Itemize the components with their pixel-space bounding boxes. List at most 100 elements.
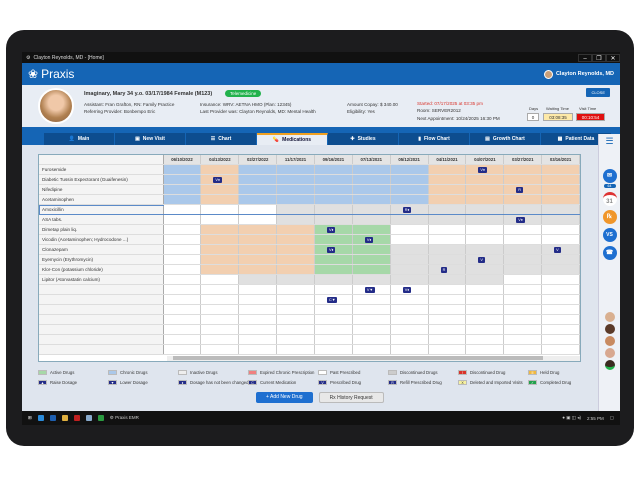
- grid-cell[interactable]: [542, 195, 580, 204]
- grid-cell[interactable]: [314, 325, 353, 334]
- grid-cell[interactable]: [352, 225, 391, 234]
- grid-cell[interactable]: [239, 205, 278, 214]
- grid-cell[interactable]: [504, 325, 543, 334]
- grid-cell[interactable]: [542, 315, 580, 324]
- grid-cell[interactable]: [466, 245, 505, 254]
- grid-cell[interactable]: V♦: [466, 165, 505, 174]
- prescription-badge[interactable]: V♦: [478, 167, 487, 173]
- grid-cell[interactable]: [314, 175, 353, 184]
- grid-cell[interactable]: [277, 275, 315, 284]
- grid-cell[interactable]: [542, 285, 580, 294]
- grid-cell[interactable]: [542, 335, 580, 344]
- grid-cell[interactable]: V▼: [352, 285, 391, 294]
- grid-cell[interactable]: [163, 275, 202, 284]
- grid-cell[interactable]: [466, 275, 505, 284]
- grid-cell[interactable]: [163, 195, 202, 204]
- horizontal-scrollbar[interactable]: [167, 356, 580, 361]
- grid-cell[interactable]: [542, 185, 580, 194]
- grid-cell[interactable]: [239, 315, 278, 324]
- grid-cell[interactable]: [277, 325, 315, 334]
- grid-cell[interactable]: [239, 215, 278, 224]
- grid-cell[interactable]: [542, 165, 580, 174]
- calendar-icon[interactable]: 31: [602, 192, 617, 206]
- grid-cell[interactable]: V♦: [504, 215, 543, 224]
- grid-cell[interactable]: [352, 185, 391, 194]
- grid-cell[interactable]: [277, 245, 315, 254]
- grid-cell[interactable]: [352, 245, 391, 254]
- notes-icon[interactable]: [85, 415, 92, 421]
- grid-cell[interactable]: [163, 165, 202, 174]
- grid-cell[interactable]: [466, 325, 505, 334]
- grid-cell[interactable]: [428, 245, 467, 254]
- drug-row[interactable]: Dimetap plain liq. V♦: [39, 225, 580, 235]
- grid-cell[interactable]: [239, 325, 278, 334]
- grid-cell[interactable]: [201, 225, 240, 234]
- prescription-badge[interactable]: R: [516, 187, 524, 193]
- grid-cell[interactable]: [277, 175, 315, 184]
- drug-row[interactable]: Eyemycin (Erythromycin) V: [39, 255, 580, 265]
- date-column-header[interactable]: 02/27/2022: [239, 155, 278, 164]
- grid-cell[interactable]: [428, 175, 467, 184]
- grid-cell[interactable]: [201, 325, 240, 334]
- chat-icon[interactable]: ☎: [602, 246, 617, 260]
- prescription-badge[interactable]: V♦: [213, 177, 222, 183]
- grid-cell[interactable]: [390, 315, 429, 324]
- contact-avatar[interactable]: [604, 312, 615, 322]
- grid-cell[interactable]: [239, 165, 278, 174]
- grid-cell[interactable]: [201, 255, 240, 264]
- grid-cell[interactable]: [277, 165, 315, 174]
- grid-cell[interactable]: [504, 175, 543, 184]
- grid-cell[interactable]: [163, 265, 202, 274]
- contact-avatar[interactable]: [604, 360, 615, 370]
- grid-cell[interactable]: [428, 215, 467, 224]
- grid-cell[interactable]: [428, 165, 467, 174]
- grid-cell[interactable]: [314, 235, 353, 244]
- grid-cell[interactable]: [390, 335, 429, 344]
- grid-cell[interactable]: [542, 225, 580, 234]
- grid-cell[interactable]: [352, 275, 391, 284]
- grid-cell[interactable]: [504, 255, 543, 264]
- tab-studies[interactable]: ✚ Studies: [328, 133, 399, 145]
- tab-main[interactable]: 👤 Main: [44, 133, 115, 145]
- prescription-badge[interactable]: V♦: [326, 227, 336, 233]
- grid-cell[interactable]: [428, 205, 467, 214]
- grid-cell[interactable]: [352, 205, 391, 214]
- grid-cell[interactable]: [163, 255, 202, 264]
- grid-cell[interactable]: [466, 215, 505, 224]
- grid-cell[interactable]: [428, 225, 467, 234]
- grid-cell[interactable]: [504, 265, 543, 274]
- grid-cell[interactable]: [201, 335, 240, 344]
- grid-cell[interactable]: [542, 235, 580, 244]
- grid-cell[interactable]: R: [504, 185, 543, 194]
- praxis-taskbar-item[interactable]: ⚙ Praxis EMR: [110, 415, 139, 421]
- grid-cell[interactable]: [163, 245, 202, 254]
- grid-cell[interactable]: [163, 215, 202, 224]
- date-column-header[interactable]: 06/10/2022: [163, 155, 202, 164]
- grid-cell[interactable]: [466, 185, 505, 194]
- outlook-icon[interactable]: [49, 415, 56, 421]
- grid-cell[interactable]: [352, 325, 391, 334]
- grid-cell[interactable]: [504, 315, 543, 324]
- grid-cell[interactable]: [163, 285, 202, 294]
- grid-cell[interactable]: [163, 185, 202, 194]
- user-menu[interactable]: Clayton Reynolds, MD: [543, 69, 614, 79]
- grid-cell[interactable]: [239, 195, 278, 204]
- grid-cell[interactable]: [277, 345, 315, 354]
- grid-cell[interactable]: [314, 275, 353, 284]
- telemedicine-badge[interactable]: Telemedicine: [225, 90, 262, 97]
- grid-cell[interactable]: [163, 205, 202, 214]
- grid-cell[interactable]: [390, 265, 429, 274]
- drug-row[interactable]: [39, 315, 580, 325]
- grid-cell[interactable]: [466, 235, 505, 244]
- grid-cell[interactable]: [314, 345, 353, 354]
- drug-row[interactable]: Amoxicillin R♦: [39, 205, 580, 215]
- prescription-badge[interactable]: V♦: [516, 217, 525, 223]
- grid-cell[interactable]: [352, 175, 391, 184]
- rx-history-request-button[interactable]: Rx History Request: [318, 392, 384, 403]
- tab-growth-chart[interactable]: ▤ Growth Chart: [470, 133, 541, 145]
- grid-cell[interactable]: [277, 305, 315, 314]
- grid-cell[interactable]: [277, 315, 315, 324]
- drug-row[interactable]: Vicodin (Acetaminophen; Hydrocodone ...)…: [39, 235, 580, 245]
- tab-medications[interactable]: 💊 Medications: [257, 133, 328, 145]
- grid-cell[interactable]: V♦: [314, 245, 353, 254]
